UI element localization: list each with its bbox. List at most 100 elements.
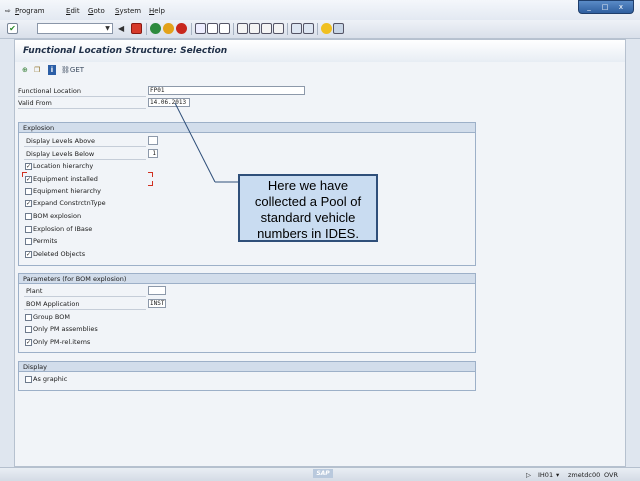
group-header: Parameters (for BOM explosion) <box>19 274 475 284</box>
get-icon: ⛓ <box>61 66 70 74</box>
play-icon[interactable]: ▷ <box>526 471 531 479</box>
only-pm-assemblies-checkbox[interactable] <box>25 326 32 333</box>
label-underline <box>18 96 146 97</box>
command-field[interactable]: ▼ <box>37 23 113 34</box>
callout-line: numbers in IDES. <box>257 226 359 241</box>
toolbar-separator <box>317 23 318 35</box>
find-icon[interactable] <box>207 23 218 34</box>
as-graphic-label: As graphic <box>33 375 68 383</box>
print-icon[interactable] <box>195 23 206 34</box>
transaction-code: IH01 <box>538 471 554 479</box>
levels-below-label: Display Levels Below <box>26 150 95 158</box>
get-button[interactable]: ⛓GET <box>61 65 84 75</box>
permits-label: Permits <box>33 237 58 245</box>
server-name: zmetdc00 <box>568 471 601 479</box>
only-pm-assemblies-label: Only PM assemblies <box>33 325 98 333</box>
standard-toolbar: ✔ ▼ ◀ <box>0 20 640 39</box>
chevron-down-icon[interactable]: ▼ <box>103 24 112 33</box>
toolbar-separator <box>287 23 288 35</box>
callout-box: Here we have collected a Pool of standar… <box>238 174 378 242</box>
expand-constrctntype-label: Expand ConstrctnType <box>33 199 106 207</box>
application-toolbar: ⊕ ❐ i ⛓GET <box>15 62 625 78</box>
shortcut-icon[interactable] <box>303 23 314 34</box>
back-nav-icon[interactable]: ◀ <box>118 23 129 34</box>
maximize-button[interactable]: □ <box>599 3 611 12</box>
new-session-icon[interactable] <box>291 23 302 34</box>
menu-system[interactable]: System <box>115 7 141 15</box>
minimize-button[interactable]: _ <box>583 3 595 12</box>
group-header: Display <box>19 362 475 372</box>
equipment-installed-label: Equipment installed <box>33 175 98 183</box>
execute-icon[interactable]: ⊕ <box>22 65 28 75</box>
focus-marker <box>148 181 153 186</box>
expand-constrctntype-checkbox[interactable]: ✓ <box>25 200 32 207</box>
functional-location-input[interactable]: FP01 <box>148 86 305 95</box>
menu-edit[interactable]: Edit <box>66 7 80 15</box>
menu-bar: ⇨ Program Edit Goto System Help <box>0 0 640 20</box>
bom-explosion-label: BOM explosion <box>33 212 82 220</box>
equipment-hierarchy-label: Equipment hierarchy <box>33 187 101 195</box>
valid-from-label: Valid From <box>18 99 52 107</box>
toolbar-separator <box>191 23 192 35</box>
explosion-ibase-label: Explosion of IBase <box>33 225 93 233</box>
group-bom-label: Group BOM <box>33 313 70 321</box>
display-title: Display <box>23 363 47 371</box>
menu-icon[interactable]: ⇨ <box>5 7 11 15</box>
menu-system-label: ystem <box>119 7 142 15</box>
only-pm-rel-items-checkbox[interactable]: ✓ <box>25 339 32 346</box>
label-underline <box>18 108 146 109</box>
as-graphic-checkbox[interactable] <box>25 376 32 383</box>
enter-icon[interactable]: ✔ <box>7 23 18 34</box>
menu-goto-label: oto <box>93 7 105 15</box>
deleted-objects-checkbox[interactable]: ✓ <box>25 251 32 258</box>
bom-application-label: BOM Application <box>26 300 80 308</box>
menu-goto[interactable]: Goto <box>88 7 105 15</box>
equipment-hierarchy-checkbox[interactable] <box>25 188 32 195</box>
find-next-icon[interactable] <box>219 23 230 34</box>
menu-program[interactable]: Program <box>15 7 45 15</box>
levels-above-label: Display Levels Above <box>26 137 96 145</box>
exit-icon[interactable] <box>163 23 174 34</box>
label-underline <box>24 146 146 147</box>
focus-marker <box>22 172 27 177</box>
equipment-installed-checkbox[interactable]: ✓ <box>25 176 32 183</box>
last-page-icon[interactable] <box>273 23 284 34</box>
next-page-icon[interactable] <box>261 23 272 34</box>
bom-explosion-checkbox[interactable] <box>25 213 32 220</box>
close-button[interactable]: x <box>615 3 627 12</box>
callout-line: Here we have <box>267 178 349 193</box>
display-group: Display <box>18 361 476 391</box>
get-label: GET <box>69 66 85 74</box>
previous-page-icon[interactable] <box>249 23 260 34</box>
layout-menu-icon[interactable] <box>333 23 344 34</box>
sap-logo: SAP <box>313 469 333 478</box>
plant-label: Plant <box>26 287 43 295</box>
levels-below-input[interactable]: 1 <box>148 149 158 158</box>
first-page-icon[interactable] <box>237 23 248 34</box>
permits-checkbox[interactable] <box>25 238 32 245</box>
back-icon[interactable] <box>150 23 161 34</box>
menu-program-label: rogram <box>19 7 45 15</box>
page-title: Functional Location Structure: Selection <box>23 46 228 56</box>
deleted-objects-label: Deleted Objects <box>33 250 86 258</box>
levels-above-input[interactable] <box>148 136 158 145</box>
input-mode[interactable]: OVR <box>604 471 618 479</box>
callout-line: collected a Pool of <box>254 194 362 209</box>
parameters-title: Parameters (for BOM explosion) <box>23 275 127 283</box>
callout-pointer-line <box>174 102 216 183</box>
location-hierarchy-checkbox[interactable]: ✓ <box>25 163 32 170</box>
variant-icon[interactable]: ❐ <box>34 65 40 75</box>
menu-help[interactable]: Help <box>149 7 165 15</box>
info-icon[interactable]: i <box>48 65 56 75</box>
group-bom-checkbox[interactable] <box>25 314 32 321</box>
cancel-icon[interactable] <box>176 23 187 34</box>
save-icon[interactable] <box>131 23 142 34</box>
bom-application-input[interactable]: INST <box>148 299 166 308</box>
callout-line: standard vehicle <box>260 210 356 225</box>
menu-edit-label: dit <box>70 7 80 15</box>
explosion-ibase-checkbox[interactable] <box>25 226 32 233</box>
plant-input[interactable] <box>148 286 166 295</box>
title-bar: Functional Location Structure: Selection <box>15 40 625 62</box>
chevron-down-icon[interactable]: ▾ <box>556 471 559 479</box>
help-icon[interactable] <box>321 23 332 34</box>
